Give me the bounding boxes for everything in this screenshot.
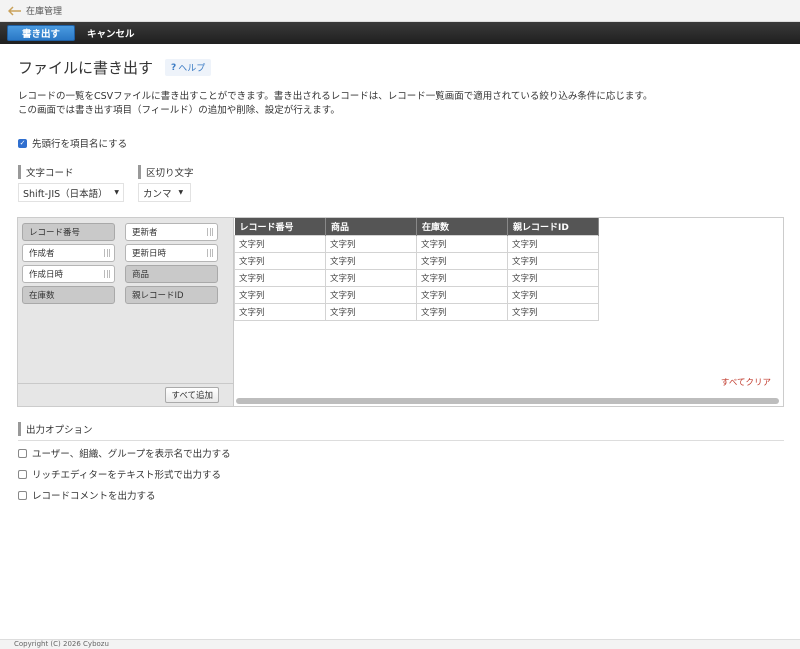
palette-footer: すべて追加 [18,383,233,406]
chip-label: 作成日時 [29,270,64,280]
preview-cell: 文字列 [234,285,326,304]
page-description: レコードの一覧をCSVファイルに書き出すことができます。書き出されるレコードは、… [18,90,652,118]
main-content: ファイルに書き出す ? ヘルプ レコードの一覧をCSVファイルに書き出すことがで… [0,44,800,639]
export-preview: レコード番号 商品 在庫数 親レコードID 文字列 文字列 文字列 文字列 文字列 文字列… [234,218,783,406]
header-row-label: 先頭行を項目名にする [32,139,128,150]
option-label: レコードコメントを出力する [32,491,156,502]
option-label: リッチエディターをテキスト形式で出力する [32,470,222,481]
export-button[interactable]: 書き出す [7,25,76,41]
toolbar: 書き出す キャンセル [0,22,800,44]
add-all-button[interactable]: すべて追加 [165,387,219,403]
preview-row: 文字列 文字列 文字列 文字列 [234,268,599,287]
option-rich-text[interactable]: リッチエディターをテキスト形式で出力する [18,467,221,481]
preview-cell: 文字列 [234,302,326,321]
delimiter-value: カンマ [143,188,172,200]
chip-label: 作成者 [29,249,55,259]
preview-header-row: レコード番号 商品 在庫数 親レコードID [234,218,599,235]
preview-cell: 文字列 [234,268,326,287]
description-line-1: レコードの一覧をCSVファイルに書き出すことができます。書き出されるレコードは、… [18,91,653,102]
preview-column-header[interactable]: レコード番号 [234,218,326,235]
field-chip-updated-at[interactable]: 更新日時 [125,244,218,262]
preview-cell: 文字列 [416,268,508,287]
option-display-name[interactable]: ユーザー、組織、グループを表示名で出力する [18,446,231,460]
preview-table: レコード番号 商品 在庫数 親レコードID 文字列 文字列 文字列 文字列 文字列 文字列… [234,218,599,321]
drag-handle-icon[interactable] [104,270,110,278]
preview-cell: 文字列 [416,251,508,270]
preview-column-header[interactable]: 親レコードID [507,218,599,235]
help-link[interactable]: ? ヘルプ [165,59,212,76]
delimiter-label: 区切り文字 [138,165,194,179]
option-checkbox[interactable] [18,490,27,500]
option-record-comments[interactable]: レコードコメントを出力する [18,488,156,502]
description-line-2: この画面では書き出す項目（フィールド）の追加や削除、設定が行えます。 [18,105,340,116]
preview-cell: 文字列 [507,285,599,304]
field-chip-creator[interactable]: 作成者 [22,244,115,262]
clear-all-link[interactable]: すべてクリア [721,376,771,388]
field-chip-created-at[interactable]: 作成日時 [22,265,115,283]
help-label: ヘルプ [178,64,206,74]
header-row-checkbox[interactable]: ✓ [18,138,27,148]
preview-cell: 文字列 [507,268,599,287]
field-chip-updater[interactable]: 更新者 [125,223,218,241]
help-icon: ? [171,62,177,73]
drag-handle-icon[interactable] [207,249,213,257]
footer-copyright: Copyright (C) 2026 Cybozu [0,639,800,649]
encoding-label: 文字コード [18,165,74,179]
header-row-option[interactable]: ✓ 先頭行を項目名にする [18,136,127,150]
field-editor: レコード番号 作成者 作成日時 在庫数 更新者 更新日時 商品 親レコードID … [17,217,784,407]
encoding-value: Shift-JIS（日本語） [23,188,108,200]
encoding-select[interactable]: Shift-JIS（日本語） ▼ [18,183,124,202]
preview-cell: 文字列 [234,251,326,270]
preview-cell: 文字列 [325,285,417,304]
field-palette: レコード番号 作成者 作成日時 在庫数 更新者 更新日時 商品 親レコードID … [18,218,234,406]
chip-label: 商品 [132,270,150,280]
cancel-button[interactable]: キャンセル [87,25,135,41]
preview-row: 文字列 文字列 文字列 文字列 [234,285,599,304]
field-chip-stock[interactable]: 在庫数 [22,286,115,304]
preview-column-header[interactable]: 商品 [325,218,417,235]
chip-label: 更新日時 [132,249,167,259]
preview-cell: 文字列 [325,302,417,321]
preview-cell: 文字列 [507,302,599,321]
option-label: ユーザー、組織、グループを表示名で出力する [32,449,231,460]
app-title: 在庫管理 [26,7,63,17]
preview-cell: 文字列 [507,251,599,270]
field-chip-product[interactable]: 商品 [125,265,218,283]
preview-cell: 文字列 [416,285,508,304]
chip-label: 更新者 [132,228,158,238]
chip-label: レコード番号 [29,228,81,238]
preview-cell: 文字列 [507,234,599,253]
preview-row: 文字列 文字列 文字列 文字列 [234,234,599,253]
output-options-section: 出力オプション [18,422,784,441]
option-checkbox[interactable] [18,448,27,458]
preview-cell: 文字列 [416,234,508,253]
page-title: ファイルに書き出す [18,59,154,77]
chevron-down-icon: ▼ [178,189,184,196]
field-chip-record-number[interactable]: レコード番号 [22,223,115,241]
horizontal-scrollbar[interactable] [236,398,779,404]
app-titlebar: 在庫管理 [0,0,800,22]
preview-cell: 文字列 [325,234,417,253]
preview-cell: 文字列 [325,268,417,287]
chip-label: 親レコードID [132,291,184,301]
option-checkbox[interactable] [18,469,27,479]
chip-label: 在庫数 [29,291,55,301]
preview-column-header[interactable]: 在庫数 [416,218,508,235]
preview-cell: 文字列 [416,302,508,321]
drag-handle-icon[interactable] [207,228,213,236]
field-chip-parent-id[interactable]: 親レコードID [125,286,218,304]
preview-cell: 文字列 [234,234,326,253]
preview-cell: 文字列 [325,251,417,270]
preview-row: 文字列 文字列 文字列 文字列 [234,251,599,270]
chevron-down-icon: ▼ [114,189,119,196]
preview-row: 文字列 文字列 文字列 文字列 [234,302,599,321]
back-arrow-icon[interactable] [8,5,22,16]
output-options-label: 出力オプション [18,422,784,436]
delimiter-select[interactable]: カンマ ▼ [138,183,191,202]
drag-handle-icon[interactable] [104,249,110,257]
